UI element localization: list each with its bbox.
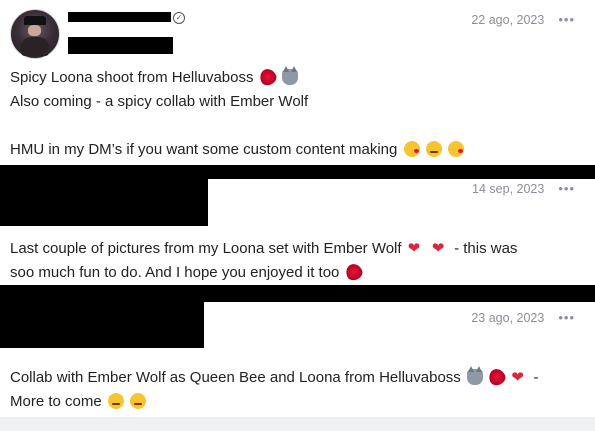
post-line-text: Also coming - a spicy collab with Ember … (10, 93, 309, 110)
post-text: Last couple of pictures from my Loona se… (10, 237, 575, 285)
kissing-face-emoji-icon (403, 141, 420, 157)
heart-emoji-icon (432, 237, 450, 261)
post-date: 14 sep, 2023 (472, 181, 545, 196)
redacted-band (0, 165, 595, 179)
post-line: More to come (10, 390, 575, 414)
post-line-text: More to come (10, 393, 102, 410)
post-line-text: Last couple of pictures from my Loona se… (10, 240, 402, 257)
post-meta: 14 sep, 2023 ••• (472, 181, 575, 196)
post-meta: 23 ago, 2023 ••• (471, 310, 575, 325)
post-date: 22 ago, 2023 (471, 12, 545, 27)
post-line-text: Spicy Loona shoot from Helluvaboss (10, 69, 254, 86)
avatar-face (28, 25, 41, 36)
kissing-face-emoji-icon (447, 141, 464, 157)
post-line: Last couple of pictures from my Loona se… (10, 237, 575, 261)
post-1: ✓ 22 ago, 2023 ••• Spicy Loona shoot fro… (0, 0, 595, 165)
post-text: Spicy Loona shoot from Helluvaboss Also … (10, 66, 575, 162)
post-line-text: soo much fun to do. And I hope you enjoy… (10, 264, 340, 281)
heart-emoji-icon (511, 366, 529, 390)
more-options-icon[interactable]: ••• (558, 181, 575, 196)
post-line: Collab with Ember Wolf as Queen Bee and … (10, 366, 575, 390)
more-options-icon[interactable]: ••• (558, 12, 575, 27)
smirk-face-emoji-icon (107, 393, 124, 409)
footer-bar (0, 417, 595, 431)
smirk-face-emoji-icon (130, 393, 147, 409)
lips-emoji-icon (342, 261, 365, 283)
post-line: Spicy Loona shoot from Helluvaboss (10, 66, 575, 90)
post-line: HMU in my DM’s if you want some custom c… (10, 138, 575, 162)
post-line-text: HMU in my DM’s if you want some custom c… (10, 141, 398, 158)
post-line: soo much fun to do. And I hope you enjoy… (10, 261, 575, 285)
post-line-text: - (533, 369, 539, 386)
heart-emoji-icon (408, 237, 426, 261)
wolf-emoji-icon (466, 366, 483, 385)
verified-icon: ✓ (173, 12, 185, 24)
avatar[interactable] (10, 9, 60, 59)
lips-emoji-icon (257, 66, 279, 88)
smirk-face-emoji-icon (425, 141, 442, 157)
redacted-band (0, 285, 595, 302)
post-3: 23 ago, 2023 ••• Collab with Ember Wolf … (0, 302, 595, 417)
post-line-text: Collab with Ember Wolf as Queen Bee and … (10, 369, 461, 386)
more-options-icon[interactable]: ••• (558, 310, 575, 325)
redacted-username (68, 12, 171, 22)
post-meta: 22 ago, 2023 ••• (471, 12, 575, 27)
avatar-hat (24, 16, 46, 25)
post-line-text: - this was (454, 240, 518, 257)
lips-emoji-icon (486, 366, 508, 388)
avatar-body (21, 37, 49, 56)
wolf-emoji-icon (281, 66, 298, 85)
redacted-handle (68, 37, 173, 54)
post-text: Collab with Ember Wolf as Queen Bee and … (10, 366, 575, 414)
post-date: 23 ago, 2023 (471, 310, 545, 325)
post-2: 14 sep, 2023 ••• Last couple of pictures… (0, 179, 595, 285)
post-line: Also coming - a spicy collab with Ember … (10, 90, 575, 114)
